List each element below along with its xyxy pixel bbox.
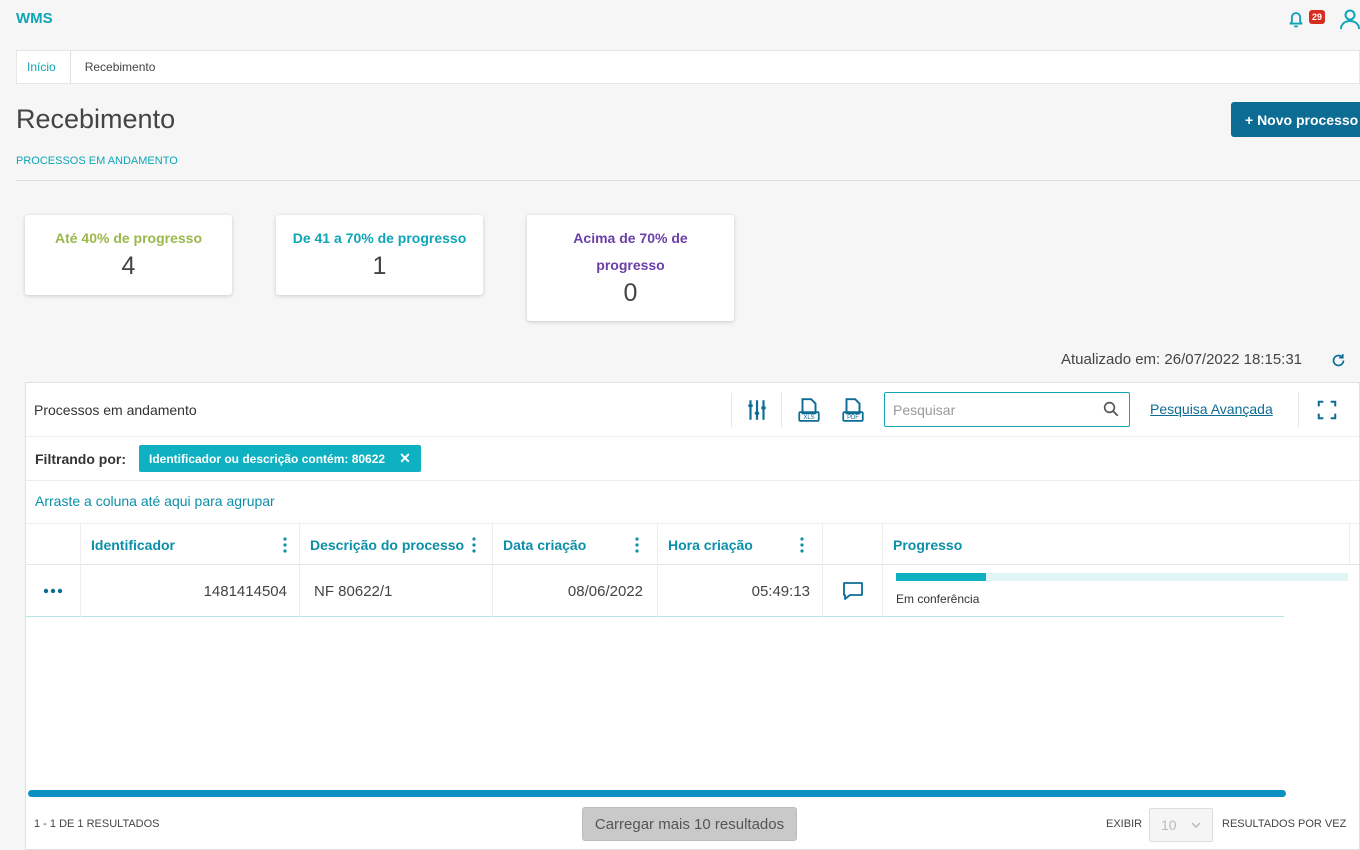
filter-label: Filtrando por: [35,451,126,467]
toolbar-separator [781,393,782,427]
cell-descricao: NF 80622/1 [300,565,493,617]
progress-bar [896,573,1348,581]
column-header-actions [26,524,81,566]
svg-text:PDF: PDF [847,415,859,421]
cell-hora: 05:49:13 [658,565,823,617]
export-xls-icon[interactable]: XLS [796,397,822,423]
summary-card-low[interactable]: Até 40% de progresso 4 [25,215,232,295]
top-bar: WMS 29 [0,0,1360,40]
user-icon[interactable] [1338,7,1360,31]
row-actions[interactable] [26,565,81,617]
more-icon[interactable] [43,588,63,594]
fullscreen-icon[interactable] [1316,399,1338,421]
processes-panel: Processos em andamento XLS PDF Pesquisa … [25,382,1360,850]
refresh-icon[interactable] [1330,352,1347,369]
column-header-label: Progresso [893,537,963,553]
app-title[interactable]: WMS [16,10,53,27]
column-menu-icon[interactable] [800,536,804,554]
export-pdf-icon[interactable]: PDF [840,397,866,423]
breadcrumb-home[interactable]: Início [17,51,71,83]
column-header-label: Data criação [503,537,587,553]
breadcrumb: Início Recebimento [16,50,1360,84]
card-label: Até 40% de progresso [54,230,203,246]
card-label: Acima de 70% de progresso [573,230,688,273]
search-input[interactable] [884,392,1130,427]
cell-data: 08/06/2022 [493,565,658,617]
page-size-label: EXIBIR [1106,818,1143,830]
load-more-button[interactable]: Carregar mais 10 resultados [582,807,797,841]
card-label: De 41 a 70% de progresso [292,230,467,246]
close-icon[interactable]: ✕ [399,450,411,467]
page-size-value: 10 [1161,817,1177,833]
progress-bar-fill [896,573,987,581]
filter-chip[interactable]: Identificador ou descrição contém: 80622… [139,445,421,472]
toolbar-separator [731,393,732,427]
new-process-button[interactable]: + Novo processo [1231,102,1360,137]
column-menu-icon[interactable] [472,536,476,554]
filter-chip-label: Identificador ou descrição contém: 80622 [149,451,386,466]
panel-title: Processos em andamento [34,402,197,418]
toolbar-separator [1298,393,1299,427]
column-header-comment [823,524,883,566]
page-size-select[interactable]: 10 [1149,808,1213,842]
column-header-label: Hora criação [668,537,753,553]
page-title: Recebimento [16,104,176,134]
bell-icon[interactable] [1285,8,1307,30]
advanced-search-link[interactable]: Pesquisa Avançada [1150,401,1273,417]
summary-card-high[interactable]: Acima de 70% de progresso 0 [527,215,734,321]
group-drop-zone[interactable]: Arraste a coluna até aqui para agrupar [35,493,275,509]
section-subtitle: PROCESSOS EM ANDAMENTO [16,155,178,167]
column-header-identificador[interactable]: Identificador [81,524,300,566]
column-header-data[interactable]: Data criação [493,524,658,566]
column-header-progresso[interactable]: Progresso [883,524,1350,566]
svg-text:XLS: XLS [803,415,814,421]
card-value: 4 [121,252,136,280]
per-page-label: RESULTADOS POR VEZ [1222,818,1347,830]
table-header: Identificador Descrição do processo Data… [26,523,1359,566]
results-count: 1 - 1 DE 1 RESULTADOS [34,818,160,830]
column-header-label: Identificador [91,537,176,553]
updated-timestamp: Atualizado em: 26/07/2022 18:15:31 [1061,351,1303,368]
divider [16,180,1360,181]
card-value: 0 [623,279,638,307]
column-header-descricao[interactable]: Descrição do processo [300,524,493,566]
horizontal-scrollbar[interactable] [28,790,1286,797]
column-menu-icon[interactable] [283,536,287,554]
comment-icon[interactable] [841,579,865,603]
column-header-label: Descrição do processo [310,537,465,553]
summary-card-mid[interactable]: De 41 a 70% de progresso 1 [276,215,483,295]
cell-comment[interactable] [823,565,883,617]
filter-row: Filtrando por: Identificador ou descriçã… [26,437,1359,481]
column-header-hora[interactable]: Hora criação [658,524,823,566]
column-settings-icon[interactable] [744,397,770,423]
progress-status: Em conferência [896,592,980,606]
search-icon[interactable] [1102,400,1120,418]
card-value: 1 [372,252,387,280]
cell-identificador: 1481414504 [81,565,300,617]
column-menu-icon[interactable] [635,536,639,554]
breadcrumb-current: Recebimento [84,60,156,74]
notification-badge: 29 [1309,10,1326,24]
chevron-down-icon [1191,822,1201,828]
panel-header: Processos em andamento XLS PDF Pesquisa … [26,383,1359,437]
